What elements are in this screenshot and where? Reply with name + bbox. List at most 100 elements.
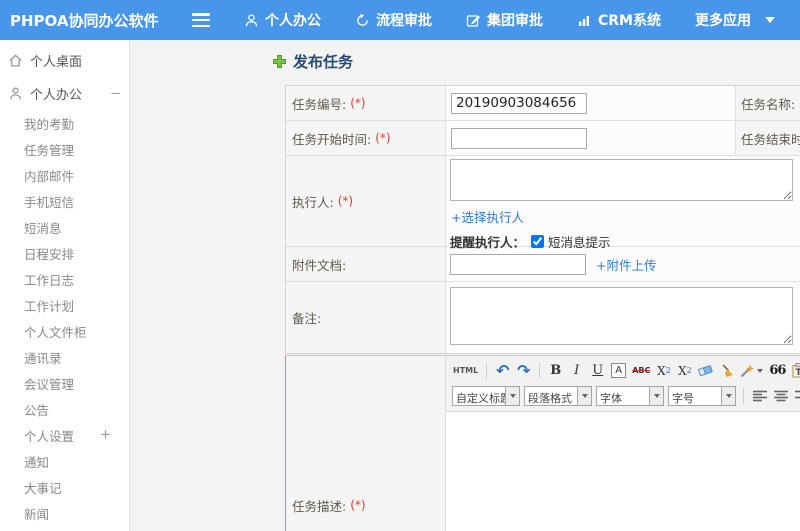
nav-more-apps[interactable]: 更多应用 [695, 10, 775, 30]
boxed-a-icon: A [611, 363, 627, 378]
attachment-cell: +附件上传 [446, 247, 800, 281]
underline-button[interactable]: U [588, 361, 607, 381]
top-nav-menu: 个人办公 流程审批 集团审批 CRM系统 更多应用 [210, 10, 775, 30]
sidebar: 个人桌面 个人办公 − 我的考勤 任务管理 内部邮件 手机短信 短消息 日程安排… [0, 40, 130, 531]
app-root: { "colors": { "header_bg": "#4896ea", "l… [0, 0, 800, 531]
align-right-icon [794, 390, 800, 401]
group-approval-icon [466, 14, 480, 27]
page-title: 发布任务 [272, 51, 353, 72]
nav-label: 更多应用 [695, 13, 751, 29]
text-style-button[interactable]: A [609, 361, 628, 381]
task-name-label: 任务名称: (*) [736, 86, 800, 120]
process-approval-icon [357, 13, 368, 26]
italic-button[interactable]: I [567, 361, 586, 381]
required-mark: (*) [337, 194, 354, 208]
superscript-button[interactable]: X2 [654, 361, 673, 381]
svg-text:T: T [796, 368, 800, 378]
sidebar-item-personal-desktop[interactable]: 个人桌面 [0, 44, 129, 77]
task-number-input[interactable] [451, 92, 587, 114]
required-mark: (*) [350, 498, 366, 512]
sidebar-item-short-message[interactable]: 短消息 [0, 214, 129, 240]
nav-personal-office[interactable]: 个人办公 [244, 10, 321, 30]
bold-button[interactable]: B [546, 361, 565, 381]
redo-button[interactable]: ↷ [514, 361, 533, 381]
sidebar-item-label: 个人办公 [30, 88, 83, 103]
sidebar-item-work-plan[interactable]: 工作计划 [0, 292, 129, 318]
attachment-input[interactable] [450, 253, 586, 275]
magic-wand-icon [741, 364, 755, 377]
sidebar-item-schedule[interactable]: 日程安排 [0, 240, 129, 266]
sidebar-item-personal-office[interactable]: 个人办公 − [0, 77, 129, 110]
form-row-task-number: 任务编号: (*) 任务名称: (*) [286, 86, 800, 121]
menu-toggle-icon[interactable] [192, 13, 210, 27]
nav-label: CRM系统 [598, 13, 661, 29]
subscript-button[interactable]: X2 [675, 361, 694, 381]
sidebar-item-memorabilia[interactable]: 大事记 [0, 474, 129, 500]
heading-select[interactable]: 自定义标题 [452, 385, 520, 406]
sidebar-item-personal-file-cabinet[interactable]: 个人文件柜 [0, 318, 129, 344]
crm-chart-icon [579, 15, 589, 26]
nav-crm-system[interactable]: CRM系统 [577, 10, 661, 30]
page-title-text: 发布任务 [293, 53, 354, 71]
sidebar-item-mobile-sms[interactable]: 手机短信 [0, 188, 129, 214]
sidebar-item-news[interactable]: 新闻 [0, 500, 129, 526]
form-row-start-time: 任务开始时间: (*) 任务结束时间: (*) [286, 121, 800, 156]
editor-toolbar-row-2: 自定义标题 段落格式 字体 字号 [450, 383, 800, 408]
superscript-base: X [657, 363, 666, 378]
user-icon [10, 87, 21, 100]
executor-label: 执行人: (*) [286, 156, 446, 246]
editor-content-area[interactable] [446, 412, 800, 531]
required-mark: (*) [350, 96, 366, 110]
editor-toolbar-row-1: HTML ↶ ↷ B I U A ABC X2 X2 66 T [450, 358, 800, 383]
nav-group-approval[interactable]: 集团审批 [466, 10, 543, 30]
form-row-attachment: 附件文档: +附件上传 [286, 247, 800, 282]
collapse-icon[interactable]: − [110, 86, 121, 101]
top-navbar: PHPOA协同办公软件 个人办公 流程审批 集团审批 CRM系统 更多应用 [0, 0, 800, 40]
font-family-select[interactable]: 字体 [596, 385, 664, 406]
sidebar-item-internal-mail[interactable]: 内部邮件 [0, 162, 129, 188]
expand-icon[interactable]: + [100, 428, 111, 443]
subscript-exp: 2 [686, 366, 692, 375]
sidebar-item-task-management[interactable]: 任务管理 [0, 136, 129, 162]
editor-toolbar: HTML ↶ ↷ B I U A ABC X2 X2 66 T 自定义标 段落格… [446, 356, 800, 412]
paragraph-format-select[interactable]: 段落格式 [524, 385, 592, 406]
undo-icon: ↶ [496, 361, 510, 380]
remove-format-button[interactable] [696, 361, 715, 381]
form-row-executor: 执行人: (*) +选择执行人 提醒执行人： 短消息提示 [286, 156, 800, 250]
end-time-label: 任务结束时间: (*) [736, 121, 800, 155]
html-source-button[interactable]: HTML [451, 361, 480, 381]
rich-text-editor: HTML ↶ ↷ B I U A ABC X2 X2 66 T 自定义标 段落格… [446, 356, 800, 531]
nav-label: 个人办公 [265, 13, 321, 29]
align-left-icon [752, 390, 767, 401]
select-executor-link[interactable]: +选择执行人 [451, 207, 524, 226]
align-left-button[interactable] [750, 386, 769, 406]
remark-label: 备注: [286, 282, 446, 353]
sidebar-item-meeting-management[interactable]: 会议管理 [0, 370, 129, 396]
sidebar-item-announcement[interactable]: 公告 [0, 396, 129, 422]
sidebar-item-contacts[interactable]: 通讯录 [0, 344, 129, 370]
add-icon [273, 55, 286, 68]
start-time-input[interactable] [451, 127, 587, 149]
executor-textarea[interactable] [450, 159, 793, 201]
font-size-select[interactable]: 字号 [668, 385, 736, 406]
nav-label: 集团审批 [487, 13, 543, 29]
sidebar-item-personal-settings[interactable]: 个人设置 + [0, 422, 129, 448]
undo-button[interactable]: ↶ [493, 361, 512, 381]
magic-wand-button[interactable] [738, 361, 765, 381]
sidebar-item-work-log[interactable]: 工作日志 [0, 266, 129, 292]
blockquote-button[interactable]: 66 [767, 361, 787, 381]
sidebar-item-my-attendance[interactable]: 我的考勤 [0, 110, 129, 136]
align-center-button[interactable] [771, 386, 790, 406]
attachment-upload-link[interactable]: +附件上传 [596, 255, 656, 274]
format-brush-button[interactable] [717, 361, 736, 381]
sidebar-item-notification[interactable]: 通知 [0, 448, 129, 474]
broom-icon [722, 363, 733, 377]
nav-process-approval[interactable]: 流程审批 [355, 10, 432, 30]
redo-icon: ↷ [517, 361, 531, 380]
remark-textarea[interactable] [450, 287, 793, 345]
paste-as-text-button[interactable]: T [789, 361, 800, 381]
strikethrough-button[interactable]: ABC [630, 361, 652, 381]
align-right-button[interactable] [792, 386, 800, 406]
clipboard-text-icon: T [792, 363, 800, 378]
toolbar-separator [539, 362, 541, 379]
